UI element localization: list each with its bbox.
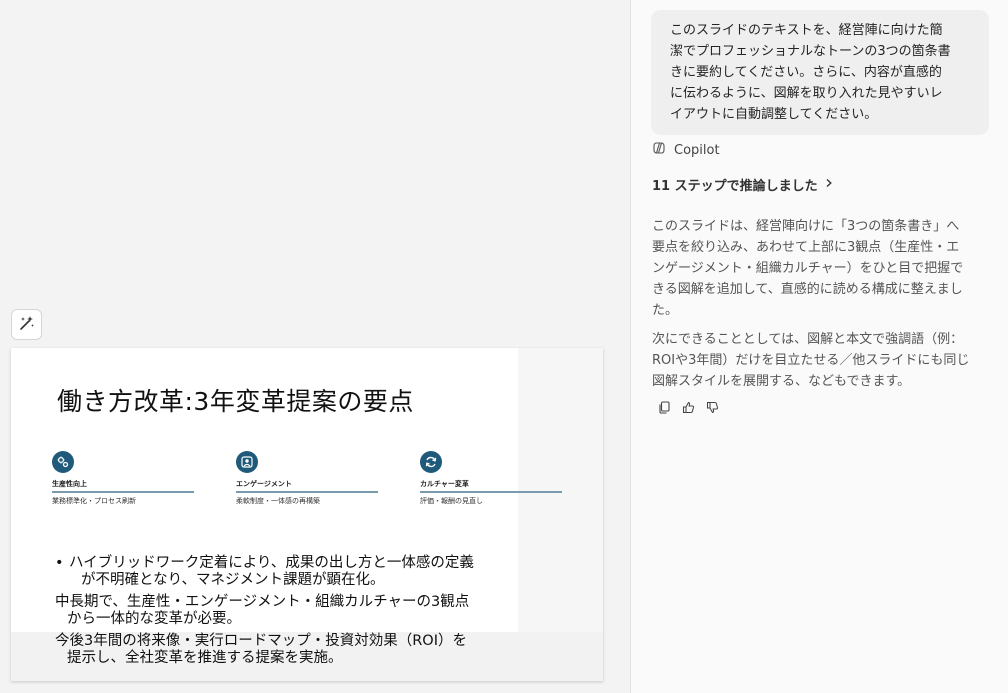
answer-paragraph: このスライドは、経営陣向けに「3つの箇条書き」へ 要点を絞り込み、あわせて上部に… (652, 216, 997, 321)
bullet-marker: • (55, 555, 64, 571)
refresh-cycle-icon (420, 451, 442, 473)
thumbs-down-icon[interactable] (705, 400, 719, 414)
pillar-subtitle: 柔軟制度・一体感の再構築 (236, 496, 320, 505)
designer-button[interactable] (11, 309, 42, 340)
pillar-productivity[interactable]: 生産性向上 業務標準化・プロセス刷新 (52, 451, 194, 506)
bullet-item: • ハイブリッドワーク定着により、成果の出し方と一体感の定義 が不明確となり、マ… (55, 555, 575, 589)
answer-line: ンゲージメント・組織カルチャー）をひと目で把握で (652, 261, 964, 276)
answer-line: 要点を絞り込み、あわせて上部に3観点（生産性・エ (652, 240, 960, 255)
pillar-divider (52, 491, 194, 493)
pillar-title: カルチャー変革 (420, 480, 469, 488)
pillar-title: エンゲージメント (236, 480, 292, 488)
pillar-divider (236, 491, 378, 493)
user-message-line: 潔でプロフェッショナルなトーンの3つの箇条書 (670, 44, 951, 59)
user-message-line: このスライドのテキストを、経営陣に向けた簡 (670, 23, 943, 38)
user-message-line: イアウトに自動調整してください。 (670, 107, 878, 122)
pillar-title: 生産性向上 (52, 480, 87, 488)
user-message-line: きに要約してください。さらに、内容が直感的 (670, 65, 942, 80)
slide-body[interactable]: • ハイブリッドワーク定着により、成果の出し方と一体感の定義 が不明確となり、マ… (55, 555, 575, 672)
slide[interactable]: 働き方改革:3年変革提案の要点 生産性向上 業務標準化・プロセス刷新 エンゲージ… (11, 348, 603, 681)
answer-line: きる図解を追加して、直感的に読める構成に整えまし (652, 282, 963, 297)
bullet-item: 今後3年間の将来像・実行ロードマップ・投資対効果（ROI）を 提示し、全社変革を… (55, 633, 575, 667)
pillar-subtitle: 評価・報酬の見直し (420, 496, 483, 505)
answer-line: 次にできることとしては、図解と本文で強調語（例： (652, 332, 964, 347)
bullet-line: から一体的な変革が必要。 (67, 611, 241, 627)
pillar-culture[interactable]: カルチャー変革 評価・報酬の見直し (420, 451, 562, 506)
answer-line: このスライドは、経営陣向けに「3つの箇条書き」へ (652, 219, 960, 234)
bullet-line: が不明確となり、マネジメント課題が顕在化。 (81, 572, 385, 588)
chevron-right-icon (824, 177, 834, 192)
bullet-item: 中長期で、生産性・エンゲージメント・組織カルチャーの3観点 から一体的な変革が必… (55, 594, 575, 628)
bullet-line: 提示し、全社変革を推進する提案を実施。 (67, 650, 343, 666)
copy-icon[interactable] (657, 400, 671, 414)
gears-icon (52, 451, 74, 473)
user-message-line: に伝わるように、図解を取り入れた見やすいレ (670, 86, 943, 101)
pillar-divider (420, 491, 562, 493)
pillar-subtitle: 業務標準化・プロセス刷新 (52, 496, 136, 505)
answer-line: ROIや3年間）だけを目立たせる／他スライドにも同じ (652, 353, 970, 368)
sparkle-wand-icon (18, 314, 36, 336)
assistant-header: Copilot (652, 141, 720, 159)
slide-title[interactable]: 働き方改革:3年変革提案の要点 (57, 382, 414, 418)
bullet-line: 中長期で、生産性・エンゲージメント・組織カルチャーの3観点 (55, 594, 470, 610)
reasoning-toggle[interactable]: 11 ステップで推論しました (652, 175, 834, 194)
assistant-message: このスライドは、経営陣向けに「3つの箇条書き」へ 要点を絞り込み、あわせて上部に… (652, 216, 997, 400)
copilot-pane: このスライドのテキストを、経営陣に向けた簡 潔でプロフェッショナルなトーンの3つ… (630, 0, 1008, 693)
user-message: このスライドのテキストを、経営陣に向けた簡 潔でプロフェッショナルなトーンの3つ… (651, 10, 989, 135)
copilot-logo-icon (652, 141, 666, 159)
pillar-engagement[interactable]: エンゲージメント 柔軟制度・一体感の再構築 (236, 451, 378, 506)
bullet-line: 今後3年間の将来像・実行ロードマップ・投資対効果（ROI）を (55, 633, 467, 649)
assistant-name: Copilot (674, 142, 720, 158)
bullet-line: ハイブリッドワーク定着により、成果の出し方と一体感の定義 (69, 555, 474, 571)
answer-paragraph: 次にできることとしては、図解と本文で強調語（例： ROIや3年間）だけを目立たせ… (652, 329, 997, 392)
people-icon (236, 451, 258, 473)
message-actions (657, 400, 719, 414)
thumbs-up-icon[interactable] (681, 400, 695, 414)
slide-canvas: 働き方改革:3年変革提案の要点 生産性向上 業務標準化・プロセス刷新 エンゲージ… (0, 0, 630, 693)
answer-line: た。 (652, 303, 679, 318)
answer-line: 図解スタイルを展開する、などもできます。 (652, 374, 911, 389)
reasoning-label: 11 ステップで推論しました (652, 179, 818, 194)
